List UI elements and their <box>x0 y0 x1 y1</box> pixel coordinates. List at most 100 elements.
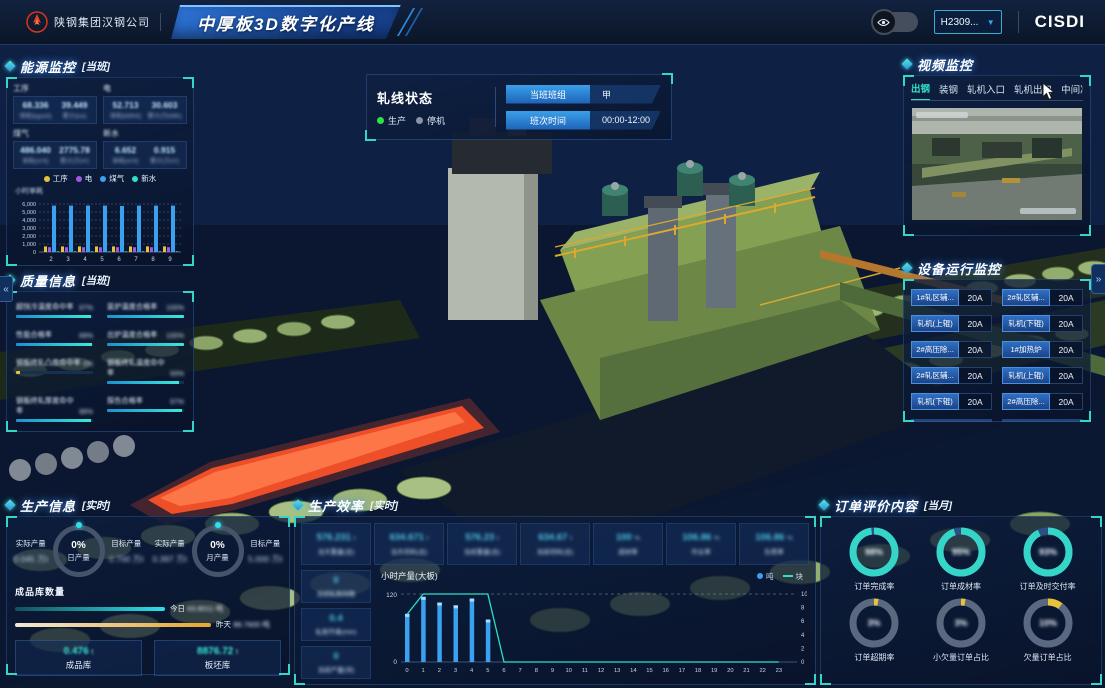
equipment-button[interactable]: 2#轧区辅... <box>911 367 959 384</box>
svg-text:0: 0 <box>801 660 805 666</box>
svg-text:4: 4 <box>83 257 87 263</box>
panel-production: 生产信息 [实时] 实际产量 0.045 万t 0%日产量 目标产量 0.700… <box>6 497 290 675</box>
equipment-button[interactable]: 1#轧区辅... <box>911 289 959 306</box>
svg-text:98%: 98% <box>865 547 883 557</box>
header-decoration <box>397 8 443 36</box>
svg-text:3%: 3% <box>954 618 967 628</box>
camera-feed-image <box>912 108 1082 220</box>
quality-title: 质量信息 <box>20 271 76 290</box>
svg-text:7: 7 <box>134 257 138 263</box>
equipment-value: 20A <box>959 315 992 332</box>
line-select-dropdown[interactable]: H2309... ▼ <box>934 10 1002 34</box>
status-legend-item: 停机 <box>416 114 445 127</box>
quality-item: 探伤合格率97% <box>107 396 184 422</box>
equipment-value: 20A <box>1050 367 1083 384</box>
svg-text:10: 10 <box>801 592 807 598</box>
flame-logo-icon <box>26 11 48 33</box>
tons-legend-dot <box>757 573 763 579</box>
svg-text:8: 8 <box>801 606 805 612</box>
visibility-toggle[interactable] <box>874 12 918 32</box>
camera-frame[interactable] <box>912 108 1082 225</box>
equipment-value: 20A <box>1050 289 1083 306</box>
panel-diamond-icon <box>818 499 829 510</box>
donut-label: 订单完成率 <box>854 581 894 592</box>
svg-text:3,000: 3,000 <box>22 226 36 232</box>
efficiency-cell: 576.231 t 当天重量(总) <box>301 523 371 565</box>
efficiency-side-cell: 0当班轧制块数 <box>301 570 371 603</box>
video-tab-轧机出口[interactable]: 轧机出口 <box>1014 83 1052 100</box>
orders-title: 订单评价内容 <box>834 496 918 515</box>
equipment-button[interactable]: 2#轧区辅... <box>1002 289 1050 306</box>
svg-text:6: 6 <box>502 668 505 674</box>
status-dot <box>377 117 384 124</box>
equipment-value: 20A <box>1050 341 1083 358</box>
video-tab-中间冷[interactable]: 中间冷 <box>1061 83 1083 100</box>
hourly-output-chart: 1200024681001234567891011121314151617181… <box>375 582 809 683</box>
donut-gauge: 3% <box>934 596 988 650</box>
svg-text:4,000: 4,000 <box>22 218 36 224</box>
svg-text:9: 9 <box>551 668 554 674</box>
donut-label: 欠量订单占比 <box>1024 652 1072 663</box>
equipment-button[interactable]: 2#高压除... <box>911 341 959 358</box>
quality-item: 超快冷温度命中率97% <box>16 302 93 318</box>
legend-dot <box>76 176 82 182</box>
order-donut: 98% 订单完成率 <box>831 525 918 592</box>
order-donut: 3% 订单超期率 <box>831 596 918 663</box>
svg-text:13: 13 <box>614 668 620 674</box>
equipment-button[interactable]: 轧机(上辊) <box>911 315 959 332</box>
svg-text:17: 17 <box>679 668 685 674</box>
video-tab-装钢[interactable]: 装钢 <box>939 83 958 100</box>
svg-text:0: 0 <box>33 250 36 256</box>
svg-text:9: 9 <box>168 257 172 263</box>
donut-gauge: 93% <box>1021 525 1075 579</box>
legend-dot <box>100 176 106 182</box>
equipment-row: 1#轧区辅... 20A 2#轧区辅... 20A <box>911 289 1083 306</box>
energy-chart: 01,0002,0003,0004,0005,0006,00023456789 <box>7 196 193 269</box>
svg-text:2: 2 <box>801 646 805 652</box>
svg-text:15: 15 <box>646 668 652 674</box>
energy-title: 能源监控 <box>20 57 76 76</box>
equipment-button[interactable]: 轧机(下辊) <box>911 393 959 410</box>
status-legend-item: 生产 <box>377 114 406 127</box>
equipment-row: 2#轧区辅... 20A 轧机(上辊) 20A <box>911 367 1083 384</box>
today-inventory-bar <box>15 607 165 611</box>
equipment-value: 20A <box>959 367 992 384</box>
equipment-button[interactable]: 1#加热炉 <box>1002 341 1050 358</box>
order-donut: 95% 订单成材率 <box>918 525 1005 592</box>
efficiency-side-cell: 0当班产量(块) <box>301 646 371 679</box>
svg-text:95%: 95% <box>952 547 970 557</box>
legend-dot <box>44 176 50 182</box>
eff-cells: 576.231 t 当天重量(总) 634.671 t 当天坯料(总) 576.… <box>295 517 815 565</box>
video-tab-出钢[interactable]: 出钢 <box>911 83 930 101</box>
svg-text:2,000: 2,000 <box>22 234 36 240</box>
chevron-down-icon: ▼ <box>987 18 995 27</box>
efficiency-cell: 106.86 % 负荷率 <box>739 523 809 565</box>
equipment-button[interactable]: 轧机(下辊) <box>1002 315 1050 332</box>
panel-quality: 质量信息 [当班] 超快冷温度命中率97% 装炉温度合格率100% 性能合格率9… <box>6 272 194 432</box>
svg-text:3: 3 <box>454 668 457 674</box>
svg-text:3: 3 <box>66 257 70 263</box>
expand-right-tab[interactable]: » <box>1091 264 1105 294</box>
donut-gauge: 98% <box>847 525 901 579</box>
inventory-label: 成品库数量 <box>15 585 289 598</box>
video-tab-轧机入口[interactable]: 轧机入口 <box>967 83 1005 100</box>
legend-item: 电 <box>76 173 93 184</box>
page-title: 中厚板3D数字化产线 <box>171 5 401 39</box>
panel-diamond-icon <box>4 499 15 510</box>
finished-store-card: 0.476 t 成品库 <box>15 640 142 676</box>
panel-diamond-icon <box>292 499 303 510</box>
legend-item: 新水 <box>132 173 156 184</box>
equipment-button[interactable]: 轧机(上辊) <box>1002 367 1050 384</box>
status-title: 轧线状态 <box>377 88 485 107</box>
equipment-button[interactable]: 2#高压除... <box>1002 393 1050 410</box>
svg-text:10: 10 <box>565 668 571 674</box>
efficiency-title: 生产效率 <box>308 496 364 515</box>
equipment-row-partial <box>911 419 1083 422</box>
equipment-grid: 1#轧区辅... 20A 2#轧区辅... 20A 轧机(上辊) 20A 轧机(… <box>904 280 1090 422</box>
company-name: 陕钢集团汉钢公司 <box>54 14 150 30</box>
video-title: 视频监控 <box>917 55 973 74</box>
energy-group: 煤气 486.040单耗(m³/t) 2775.78累计(万m³) <box>13 128 97 169</box>
collapse-left-tab[interactable]: « <box>0 276 13 302</box>
concrete-tower <box>448 168 532 320</box>
equipment-value: 20A <box>959 289 992 306</box>
